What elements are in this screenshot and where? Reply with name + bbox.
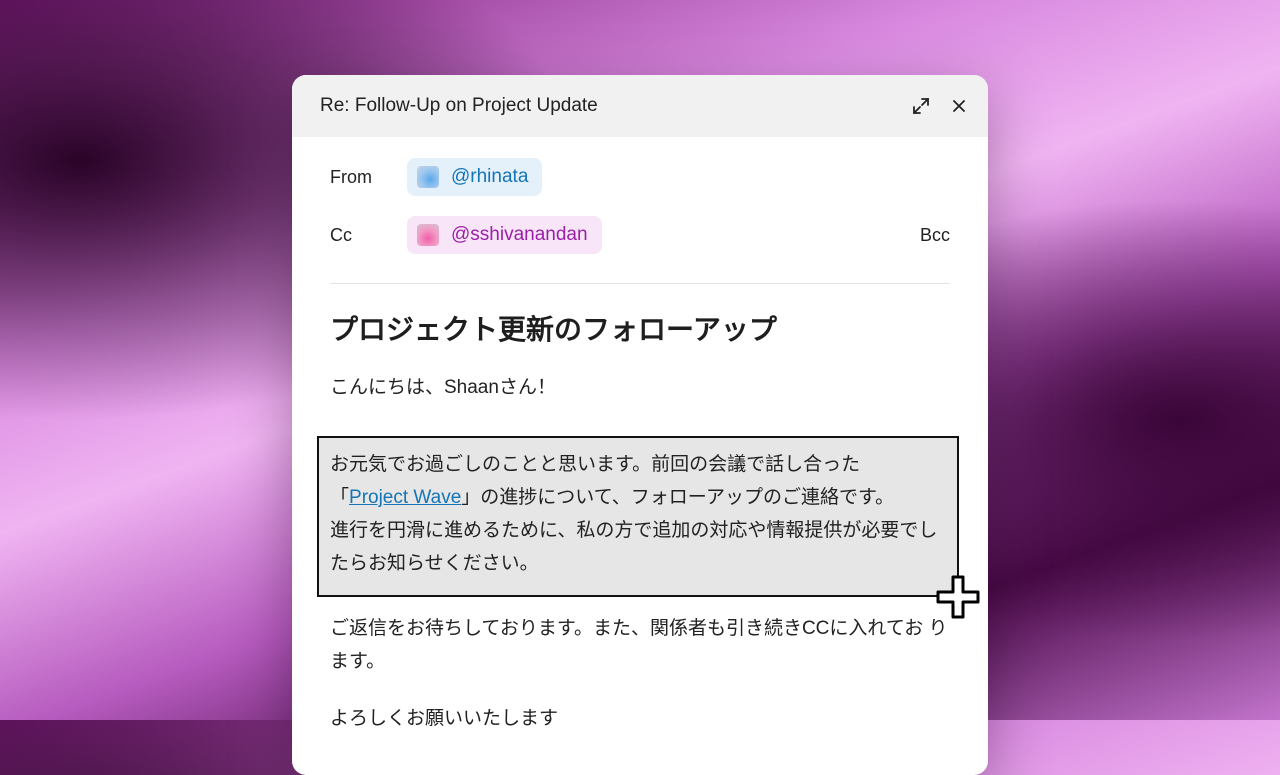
email-window: Re: Follow-Up on Project Update From @rh…: [292, 75, 988, 775]
from-handle: @rhinata: [451, 166, 529, 187]
email-content: From @rhinata Cc @sshivanandan Bcc プロジェク…: [292, 157, 988, 400]
project-wave-link[interactable]: Project Wave: [349, 487, 461, 508]
paragraph-1[interactable]: お元気でお過ごしのことと思います。前回の会議で話し合った 「Project Wa…: [330, 448, 955, 580]
avatar: [417, 224, 439, 246]
crosshair-cursor-icon: [936, 575, 980, 619]
cc-label: Cc: [330, 224, 352, 245]
from-row: From @rhinata: [330, 157, 950, 197]
paragraph-1-line-1: お元気でお過ごしのことと思います。前回の会議で話し合った: [330, 454, 861, 475]
paragraph-1-line-2: 「Project Wave」の進捗について、フォローアップのご連絡です。: [330, 481, 955, 514]
quote-rest: 」の進捗について、フォローアップのご連絡です。: [461, 487, 895, 508]
title-bar: Re: Follow-Up on Project Update: [292, 75, 988, 137]
quote-open: 「: [330, 487, 350, 508]
paragraph-2: ご返信をお待ちしております。また、関係者も引き続きCCに入れてお ります。: [330, 618, 948, 672]
cc-handle: @sshivanandan: [451, 224, 588, 245]
from-chip[interactable]: @rhinata: [407, 158, 543, 196]
window-title: Re: Follow-Up on Project Update: [320, 95, 598, 116]
paragraph-1-line-4: たらお知らせください。: [330, 553, 539, 574]
divider: [330, 283, 950, 284]
cc-row: Cc @sshivanandan Bcc: [330, 215, 950, 255]
from-label: From: [330, 166, 372, 187]
paragraph-3: よろしくお願いいたします: [330, 708, 559, 729]
bcc-button[interactable]: Bcc: [920, 225, 950, 246]
email-heading: プロジェクト更新のフォローアップ: [330, 314, 777, 345]
close-icon[interactable]: [948, 95, 970, 117]
greeting: こんにちは、Shaanさん！: [330, 377, 556, 398]
paragraph-1-line-3: 進行を円滑に進めるために、私の方で追加の対応や情報提供が必要でし: [330, 520, 938, 541]
expand-icon[interactable]: [910, 95, 932, 117]
cc-chip[interactable]: @sshivanandan: [407, 216, 602, 254]
avatar: [417, 166, 439, 188]
